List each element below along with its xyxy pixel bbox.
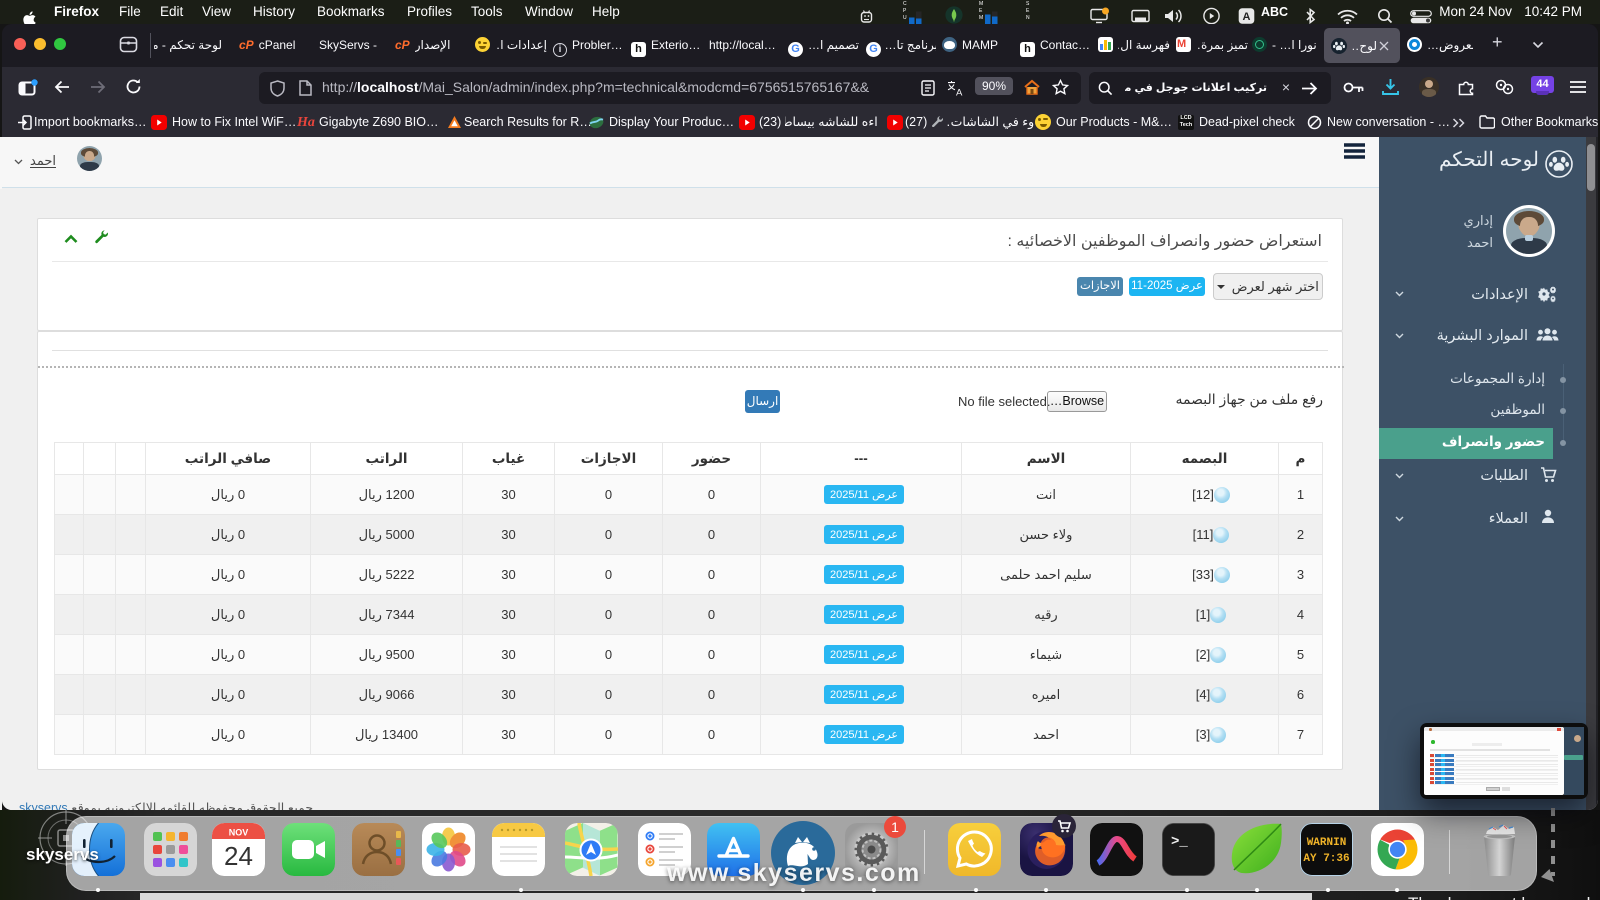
svg-text:A: A — [956, 88, 963, 97]
svg-text:WARNIN: WARNIN — [1307, 837, 1347, 849]
svg-text:A: A — [1243, 11, 1251, 23]
svg-text:AY 7:36: AY 7:36 — [1303, 853, 1349, 865]
svg-text:24: 24 — [224, 841, 253, 871]
svg-text:>_: >_ — [1171, 834, 1188, 850]
svg-text:NOV: NOV — [229, 828, 249, 838]
